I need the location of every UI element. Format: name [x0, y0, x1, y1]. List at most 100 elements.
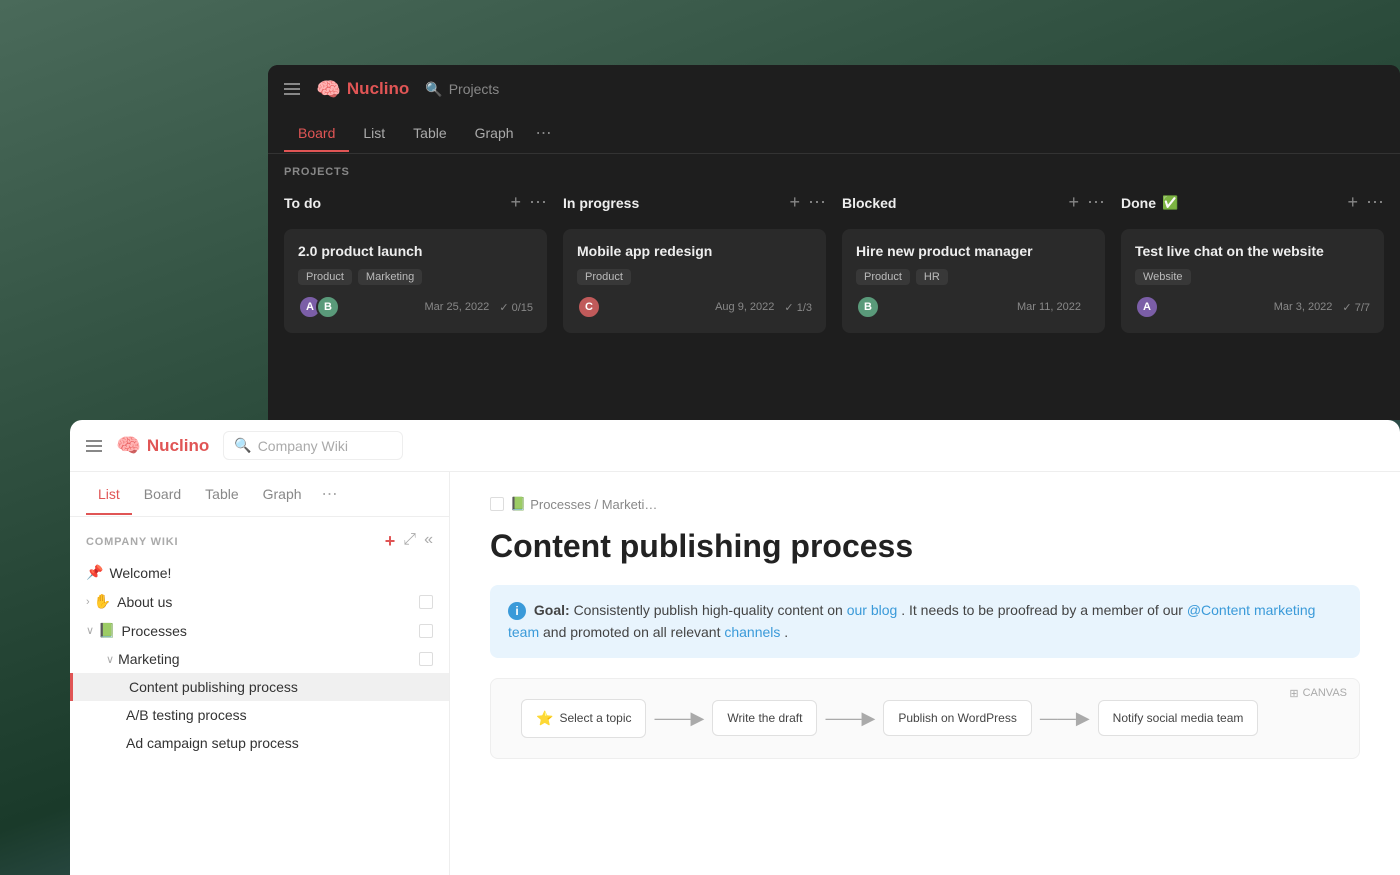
sidebar-ab-testing-label: A/B testing process — [126, 707, 433, 723]
tab-list-dark[interactable]: List — [349, 115, 399, 151]
sidebar-collapse-icon[interactable]: « — [424, 531, 433, 552]
sidebar-item-welcome[interactable]: 📌 Welcome! — [70, 558, 449, 587]
processes-checkbox[interactable] — [419, 624, 433, 638]
sidebar-item-about[interactable]: › ✋ About us — [70, 587, 449, 616]
sidebar-expand-icon[interactable]: ⤢ — [403, 531, 416, 552]
dark-logo-text: Nuclino — [347, 79, 409, 99]
card-product-launch[interactable]: 2.0 product launch Product Marketing A B… — [284, 229, 547, 333]
col-todo-add[interactable]: + — [510, 192, 521, 213]
marketing-checkbox[interactable] — [419, 652, 433, 666]
canvas-area: ⊞ CANVAS ⭐ Select a topic ——▶ Write the … — [490, 678, 1360, 759]
card-livechat-title: Test live chat on the website — [1135, 243, 1370, 259]
col-inprogress-more[interactable]: ⋯ — [808, 192, 826, 213]
goal-label: Goal: — [534, 602, 570, 618]
card-avatars-hire: B — [856, 295, 880, 319]
blog-link[interactable]: our blog — [847, 602, 898, 618]
col-blocked-add[interactable]: + — [1068, 192, 1079, 213]
card-mobile-meta: Aug 9, 2022 ✓ 1/3 — [715, 301, 812, 314]
flowchart: ⭐ Select a topic ——▶ Write the draft ——▶… — [491, 679, 1359, 758]
card-hire-pm[interactable]: Hire new product manager Product HR B Ma… — [842, 229, 1105, 333]
hamburger-icon[interactable] — [284, 83, 300, 95]
card-livechat[interactable]: Test live chat on the website Website A … — [1121, 229, 1384, 333]
col-blocked: Blocked + ⋯ Hire new product manager Pro… — [842, 186, 1105, 343]
flow-node-4-label: Notify social media team — [1113, 711, 1244, 725]
light-search[interactable]: 🔍 Company Wiki — [223, 431, 403, 460]
col-done-add[interactable]: + — [1347, 192, 1358, 213]
sidebar-welcome-label: Welcome! — [109, 565, 433, 581]
tab-board-light[interactable]: Board — [132, 474, 193, 514]
channels-link[interactable]: channels — [724, 624, 780, 640]
card-hire-meta: Mar 11, 2022 — [1017, 301, 1091, 313]
col-inprogress-add[interactable]: + — [789, 192, 800, 213]
tab-graph-dark[interactable]: Graph — [461, 115, 528, 151]
sidebar-marketing-label: Marketing — [118, 651, 419, 667]
card-product-launch-footer: A B Mar 25, 2022 ✓ 0/15 — [298, 295, 533, 319]
tag-website: Website — [1135, 269, 1191, 285]
card-tasks: ✓ 0/15 — [499, 301, 533, 314]
sidebar-add-button[interactable]: + — [385, 531, 396, 552]
dark-topbar: 🧠 Nuclino 🔍 Projects — [268, 65, 1400, 113]
flow-arrow-3: ——▶ — [1032, 708, 1098, 729]
hand-icon: ✋ — [94, 593, 111, 610]
col-blocked-actions: + ⋯ — [1068, 192, 1105, 213]
info-text-2: . It needs to be proofread by a member o… — [901, 602, 1187, 618]
card-mobile-app-footer: C Aug 9, 2022 ✓ 1/3 — [577, 295, 812, 319]
dark-search[interactable]: 🔍 Projects — [425, 81, 499, 98]
card-mobile-app[interactable]: Mobile app redesign Product C Aug 9, 202… — [563, 229, 826, 333]
sidebar-tabs: List Board Table Graph ⋯ — [70, 472, 449, 517]
card-livechat-tags: Website — [1135, 269, 1370, 285]
avatar-livechat: A — [1135, 295, 1159, 319]
card-avatars: A B — [298, 295, 340, 319]
col-blocked-more[interactable]: ⋯ — [1087, 192, 1105, 213]
sidebar-item-ad-campaign[interactable]: Ad campaign setup process — [70, 729, 449, 757]
card-mobile-date: Aug 9, 2022 — [715, 301, 774, 313]
tab-board[interactable]: Board — [284, 115, 349, 151]
info-box: i Goal: Consistently publish high-qualit… — [490, 585, 1360, 658]
tag-product-hire: Product — [856, 269, 910, 285]
tag-hr: HR — [916, 269, 948, 285]
sidebar-processes-label: Processes — [122, 623, 420, 639]
hamburger-icon-light[interactable] — [86, 440, 102, 452]
card-mobile-tasks: ✓ 1/3 — [784, 301, 812, 314]
col-inprogress-title: In progress — [563, 195, 639, 211]
sidebar-item-ab-testing[interactable]: A/B testing process — [70, 701, 449, 729]
col-done-header: Done ✅ + ⋯ — [1121, 186, 1384, 219]
flow-node-3-label: Publish on WordPress — [898, 711, 1017, 725]
col-todo-more[interactable]: ⋯ — [529, 192, 547, 213]
light-window: 🧠 Nuclino 🔍 Company Wiki List Board Tabl… — [70, 420, 1400, 875]
light-search-placeholder: Company Wiki — [258, 438, 348, 454]
dark-window: 🧠 Nuclino 🔍 Projects Board List Table Gr… — [268, 65, 1400, 420]
breadcrumb-checkbox[interactable] — [490, 497, 504, 511]
main-area: 📗 Processes / Marketi… Content publishin… — [450, 472, 1400, 875]
sidebar-item-content-publishing[interactable]: Content publishing process — [70, 673, 449, 701]
sidebar-ad-campaign-label: Ad campaign setup process — [126, 735, 433, 751]
sidebar-item-marketing[interactable]: ∨ Marketing — [70, 645, 449, 673]
canvas-label-text: CANVAS — [1303, 687, 1347, 699]
flow-node-1: ⭐ Select a topic — [521, 699, 646, 738]
breadcrumb-folder-icon: 📗 — [510, 496, 526, 512]
col-inprogress: In progress + ⋯ Mobile app redesign Prod… — [563, 186, 826, 343]
projects-label: PROJECTS — [268, 154, 1400, 186]
avatar-hire: B — [856, 295, 880, 319]
tab-graph-light[interactable]: Graph — [251, 474, 314, 514]
about-checkbox[interactable] — [419, 595, 433, 609]
page-title: Content publishing process — [490, 528, 1360, 565]
sidebar-item-processes[interactable]: ∨ 📗 Processes — [70, 616, 449, 645]
col-done-more[interactable]: ⋯ — [1366, 192, 1384, 213]
flow-node-1-label: Select a topic — [559, 711, 631, 725]
avatar-2: B — [316, 295, 340, 319]
brain-icon: 🧠 — [316, 77, 341, 102]
flow-node-2-label: Write the draft — [727, 711, 802, 725]
tab-list[interactable]: List — [86, 474, 132, 514]
canvas-icon: ⊞ — [1289, 687, 1298, 700]
col-done-title: Done ✅ — [1121, 195, 1178, 211]
tab-table-dark[interactable]: Table — [399, 115, 460, 151]
breadcrumb-item: 📗 Processes / Marketi… — [510, 496, 657, 512]
card-product-launch-title: 2.0 product launch — [298, 243, 533, 259]
tab-table-light[interactable]: Table — [193, 474, 250, 514]
tab-more-dark[interactable]: ⋯ — [528, 113, 560, 153]
dark-search-placeholder: Projects — [449, 81, 500, 97]
tab-more-light[interactable]: ⋯ — [314, 472, 346, 516]
col-inprogress-header: In progress + ⋯ — [563, 186, 826, 219]
col-todo-header: To do + ⋯ — [284, 186, 547, 219]
